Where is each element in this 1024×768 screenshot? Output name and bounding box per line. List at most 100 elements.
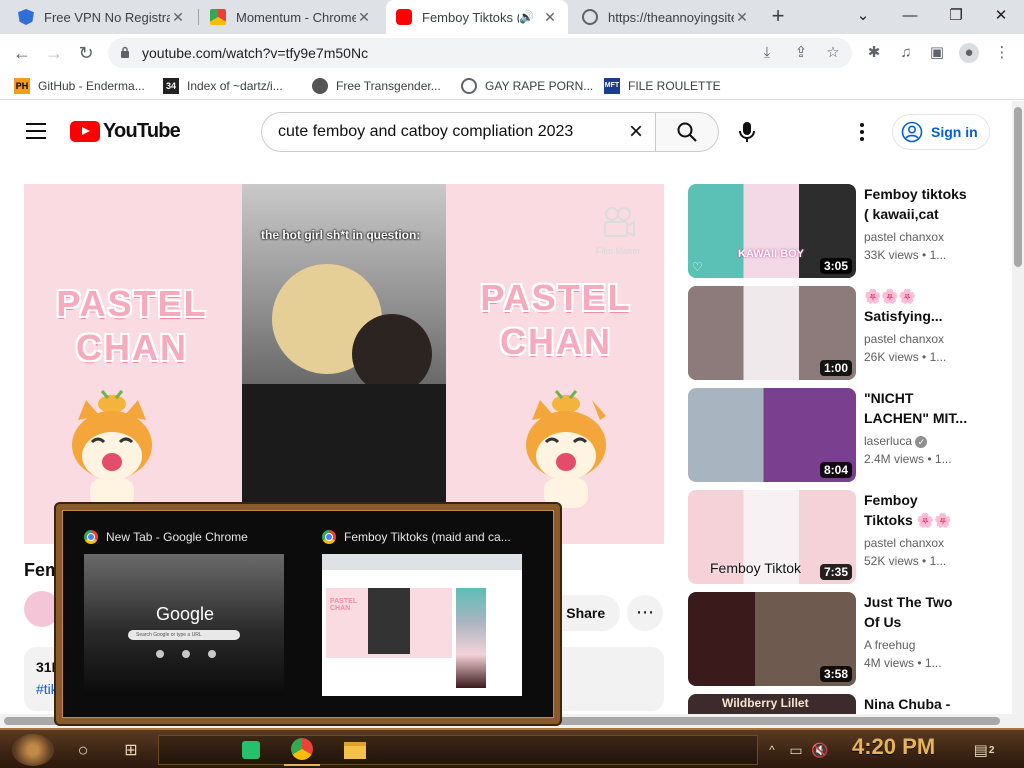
chrome-icon <box>84 530 98 544</box>
taskbar: ○ ⊞ ^ ▭ 🔇 4:20 PM ▤ 2 <box>0 728 1024 768</box>
account-circle-icon <box>901 121 923 143</box>
chrome-web-store-icon <box>210 9 226 25</box>
video-thumbnail[interactable]: KAWAII BOY ♡ 3:05 <box>688 184 856 278</box>
recommendation-item[interactable]: 8:04 "NICHT LACHEN" MIT... laserluca ✓ 2… <box>688 388 998 484</box>
minimize-button[interactable]: — <box>894 4 926 28</box>
bookmarks-bar: PH GitHub - Enderma... 34 Index of ~dart… <box>0 72 1024 100</box>
extensions-puzzle-icon[interactable]: ✱ <box>864 43 884 63</box>
tab-separator <box>198 9 199 25</box>
file-explorer-icon[interactable] <box>342 734 368 766</box>
task-view-icon[interactable]: ⊞ <box>118 734 144 766</box>
lock-icon <box>121 46 129 58</box>
mft-logo-icon: MFT <box>604 78 620 94</box>
vpn-shield-icon <box>18 9 34 25</box>
video-thumbnail[interactable]: 1:00 <box>688 286 856 380</box>
tab-search-chevron-icon[interactable]: ⌄ <box>847 4 879 28</box>
taskbar-clock[interactable]: 4:20 PM <box>852 734 935 760</box>
hamburger-menu-icon[interactable] <box>26 123 46 139</box>
close-icon[interactable]: ✕ <box>356 9 372 25</box>
profile-avatar-icon[interactable]: ● <box>959 43 979 63</box>
clear-search-icon[interactable]: × <box>623 119 649 145</box>
address-bar[interactable]: youtube.com/watch?v=tfy9e7m50Nc ⤓ ⇪ ☆ <box>108 38 852 68</box>
heart-icon: ♡ <box>692 260 703 274</box>
recommendation-item[interactable]: Femboy Tiktok 7:35 Femboy Tiktoks 🌸🌸🌸 pa… <box>688 490 998 586</box>
youtube-logo[interactable]: YouTube <box>70 120 181 143</box>
clothing-shadow <box>242 384 446 506</box>
channel-avatar[interactable] <box>24 591 60 627</box>
chrome-menu-icon[interactable]: ⋮ <box>992 43 1012 63</box>
site-favicon-icon <box>312 78 328 94</box>
bookmark-free-transgender[interactable]: Free Transgender... <box>312 77 441 95</box>
settings-kebab-icon[interactable] <box>852 122 872 142</box>
globe-icon <box>582 9 598 25</box>
microphone-icon[interactable] <box>735 120 759 144</box>
search-icon <box>677 122 697 142</box>
tab-femboy-tiktoks[interactable]: Femboy Tiktoks ( 🔊 ✕ <box>386 0 568 34</box>
recommendation-item[interactable]: KAWAII BOY ♡ 3:05 Femboy tiktoks ( kawai… <box>688 184 998 280</box>
tab-strip: Free VPN No Registration ✕ Momentum - Ch… <box>0 0 1024 34</box>
youtube-play-icon <box>70 121 100 142</box>
window-switcher: New Tab - Google Chrome Google Search Go… <box>56 504 560 724</box>
recommendation-item[interactable]: 3:58 Just The Two Of Us A freehug 4M vie… <box>688 592 998 688</box>
url-text: youtube.com/watch?v=tfy9e7m50Nc <box>142 45 369 61</box>
bookmark-index-dartz[interactable]: 34 Index of ~dartz/i... <box>163 77 283 95</box>
close-window-button[interactable]: ✕ <box>985 4 1017 28</box>
video-thumbnail[interactable]: Femboy Tiktok 7:35 <box>688 490 856 584</box>
notes-app-icon[interactable] <box>238 734 264 766</box>
bookmark-file-roulette[interactable]: MFT FILE ROULETTE <box>604 77 721 95</box>
speaker-audio-icon[interactable]: 🔊 <box>519 10 534 24</box>
tab-momentum[interactable]: Momentum - Chrome Web Store ✕ <box>200 0 382 34</box>
shiba-mascot-left <box>72 390 152 508</box>
install-app-icon[interactable]: ⤓ <box>758 44 776 62</box>
forward-button[interactable]: → <box>41 40 67 66</box>
window-preview: PASTEL CHAN <box>322 554 522 696</box>
pastel-chan-brand-left: PASTEL CHAN <box>56 283 208 368</box>
chrome-taskbar-icon[interactable] <box>284 734 320 766</box>
close-icon[interactable]: ✕ <box>170 9 186 25</box>
switcher-item-femboy-tiktoks[interactable]: Femboy Tiktoks (maid and ca... PASTEL CH… <box>322 528 526 696</box>
search-button[interactable] <box>655 112 719 152</box>
window-preview: Google Search Google or type a URL <box>84 554 284 696</box>
ph-logo-icon: PH <box>14 78 30 94</box>
close-icon[interactable]: ✕ <box>734 9 750 25</box>
search-circle-icon[interactable]: ○ <box>70 734 96 766</box>
network-icon[interactable]: ▭ <box>786 734 806 766</box>
back-button[interactable]: ← <box>9 40 35 66</box>
start-button-gear-icon[interactable] <box>12 734 54 766</box>
youtube-favicon-icon <box>396 9 412 25</box>
search-input[interactable]: cute femboy and catboy compliation 2023 … <box>261 112 657 152</box>
video-clip-frame: the hot girl sh*t in question: <box>242 184 446 506</box>
pastel-chan-brand-right: PASTEL CHAN <box>480 277 632 362</box>
switcher-item-new-tab[interactable]: New Tab - Google Chrome Google Search Go… <box>84 528 288 696</box>
tab-free-vpn[interactable]: Free VPN No Registration ✕ <box>8 0 196 34</box>
chrome-icon <box>322 530 336 544</box>
vertical-scrollbar[interactable] <box>1012 101 1024 728</box>
media-control-icon[interactable]: ♫ <box>896 43 916 63</box>
notification-center-icon[interactable]: ▤ 2 <box>970 734 998 766</box>
side-panel-icon[interactable]: ▣ <box>927 43 947 63</box>
more-actions-button[interactable]: ⋯ <box>627 595 663 631</box>
bookmark-star-icon[interactable]: ☆ <box>824 44 842 62</box>
video-player[interactable]: PASTEL CHAN PASTEL CHAN the hot girl sh*t … <box>24 184 664 544</box>
camera-watermark-icon <box>604 207 635 238</box>
volume-muted-icon[interactable]: 🔇 <box>810 734 830 766</box>
folder-34-icon: 34 <box>163 78 179 94</box>
globe-icon <box>461 78 477 94</box>
tab-annoying-site[interactable]: https://theannoyingsite.com ✕ <box>572 0 760 34</box>
video-thumbnail[interactable]: 8:04 <box>688 388 856 482</box>
video-thumbnail[interactable]: 3:58 <box>688 592 856 686</box>
new-tab-button[interactable]: + <box>766 5 790 29</box>
reload-button[interactable]: ↻ <box>73 40 99 66</box>
dark-haired-figure <box>352 314 432 394</box>
verified-check-icon: ✓ <box>915 436 928 448</box>
close-icon[interactable]: ✕ <box>542 9 558 25</box>
sign-in-button[interactable]: Sign in <box>892 114 990 150</box>
maximize-button[interactable]: ❐ <box>940 4 972 28</box>
recommendation-item[interactable]: 1:00 🌸🌸🌸 Satisfying... pastel chanxox 26… <box>688 286 998 382</box>
show-hidden-icons-chevron[interactable]: ^ <box>764 734 780 766</box>
bookmark-site[interactable]: GAY RAPE PORN... <box>461 77 593 95</box>
browser-toolbar: ← → ↻ youtube.com/watch?v=tfy9e7m50Nc ⤓ … <box>0 34 1024 72</box>
share-page-icon[interactable]: ⇪ <box>792 44 810 62</box>
bookmark-github[interactable]: PH GitHub - Enderma... <box>14 77 145 95</box>
shiba-mascot-right <box>526 390 606 508</box>
